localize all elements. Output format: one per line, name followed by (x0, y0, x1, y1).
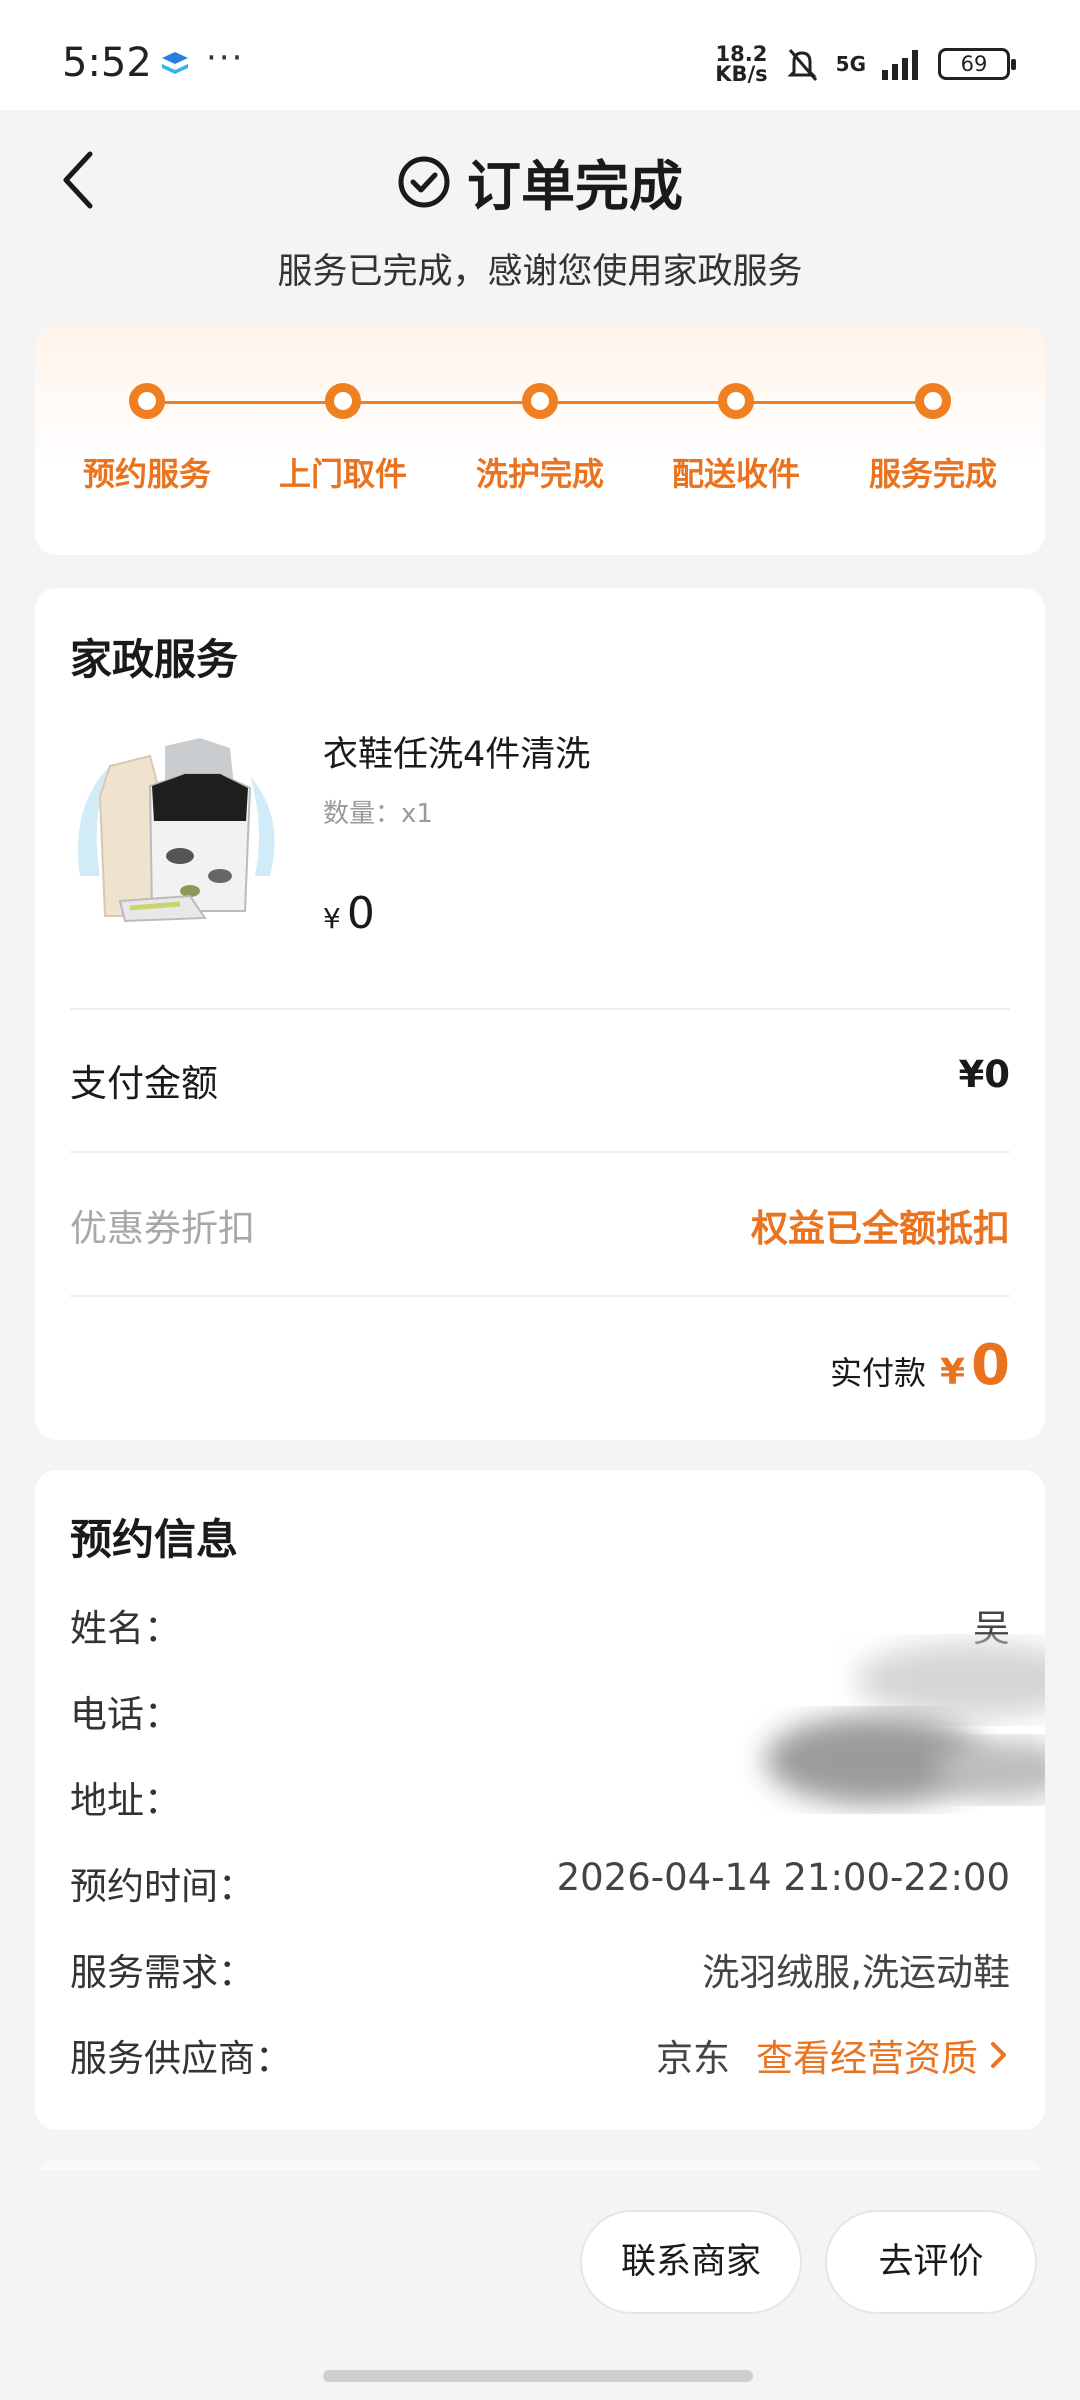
booking-info-card: 预约信息 姓名： 吴 电话： 地址： 预约时间： 2026-04-14 21:0… (35, 1470, 1045, 2130)
step-dot-icon (129, 383, 165, 419)
progress-step: 上门取件 (253, 383, 433, 495)
progress-step: 配送收件 (646, 383, 826, 495)
check-circle-icon (398, 156, 450, 207)
product-price: ¥0 (323, 888, 375, 939)
divider (70, 1008, 1010, 1010)
status-bar: 5:52 ··· 18.2 KB/s 5G 69 (0, 0, 1080, 110)
battery-icon: 69 (938, 48, 1016, 80)
service-card: 家政服务 衣鞋任洗4件清洗 数量：x1 ¥0 支付金额 ¥0 优惠券折扣 权益已… (35, 588, 1045, 1440)
redaction-smudge (765, 1642, 1045, 1805)
order-progress: 预约服务 上门取件 洗护完成 配送收件 服务完成 (35, 325, 1045, 555)
step-dot-icon (718, 383, 754, 419)
pay-amount-label: 支付金额 (70, 1062, 218, 1105)
contact-merchant-button[interactable]: 联系商家 (580, 2210, 802, 2314)
page-subtitle: 服务已完成，感谢您使用家政服务 (277, 252, 803, 292)
status-indicators: 18.2 KB/s 5G 69 (715, 42, 1016, 86)
booking-section-title: 预约信息 (70, 1515, 239, 1564)
progress-step: 服务完成 (843, 383, 1023, 495)
provider-row: 京东 查看经营资质 (656, 2028, 1010, 2082)
page-header: 订单完成 服务已完成，感谢您使用家政服务 (0, 110, 1080, 310)
step-dot-icon (915, 383, 951, 419)
bottom-action-bar: 联系商家 去评价 (0, 2170, 1080, 2400)
review-button[interactable]: 去评价 (825, 2210, 1037, 2314)
divider (70, 1151, 1010, 1153)
page: 5:52 ··· 18.2 KB/s 5G 69 订单完成 服务已完成，感谢您使… (0, 0, 1080, 2400)
service-section-title: 家政服务 (70, 635, 239, 684)
more-notifications-icon: ··· (206, 38, 245, 78)
home-indicator[interactable] (323, 2370, 753, 2382)
product-image[interactable] (70, 726, 280, 936)
provider-value: 京东 (656, 2037, 730, 2080)
app-notification-icon (162, 52, 188, 74)
progress-step: 洗护完成 (450, 383, 630, 495)
product-quantity: 数量：x1 (323, 799, 433, 829)
service-demand-value: 洗羽绒服,洗运动鞋 (702, 1951, 1010, 1994)
title-row: 订单完成 (0, 142, 1080, 221)
coupon-label: 优惠券折扣 (70, 1207, 255, 1250)
address-label: 地址： (70, 1779, 181, 1822)
status-time: 5:52 (62, 40, 152, 86)
view-qualification-link[interactable]: 查看经营资质 (756, 2028, 1010, 2082)
pay-amount-value: ¥0 (958, 1053, 1011, 1096)
chevron-right-icon (991, 2042, 1006, 2068)
phone-label: 电话： (70, 1693, 181, 1736)
coupon-value: 权益已全额抵扣 (751, 1207, 1010, 1250)
divider (70, 1295, 1010, 1297)
signal-bars-icon (882, 50, 918, 80)
product-name: 衣鞋任洗4件清洗 (323, 735, 591, 775)
step-dot-icon (522, 383, 558, 419)
progress-step: 预约服务 (57, 383, 237, 495)
page-title: 订单完成 (467, 155, 683, 218)
signal-label: 5G (835, 52, 866, 76)
bell-muted-icon (787, 49, 817, 81)
provider-label: 服务供应商： (70, 2037, 292, 2080)
booking-time-label: 预约时间： (70, 1865, 255, 1908)
paid-amount: 实付款 ¥ 0 (829, 1333, 1010, 1398)
booking-time-value: 2026-04-14 21:00-22:00 (556, 1856, 1010, 1899)
net-speed: 18.2 KB/s (715, 42, 768, 86)
step-dot-icon (325, 383, 361, 419)
name-label: 姓名： (70, 1607, 181, 1650)
service-demand-label: 服务需求： (70, 1951, 255, 1994)
